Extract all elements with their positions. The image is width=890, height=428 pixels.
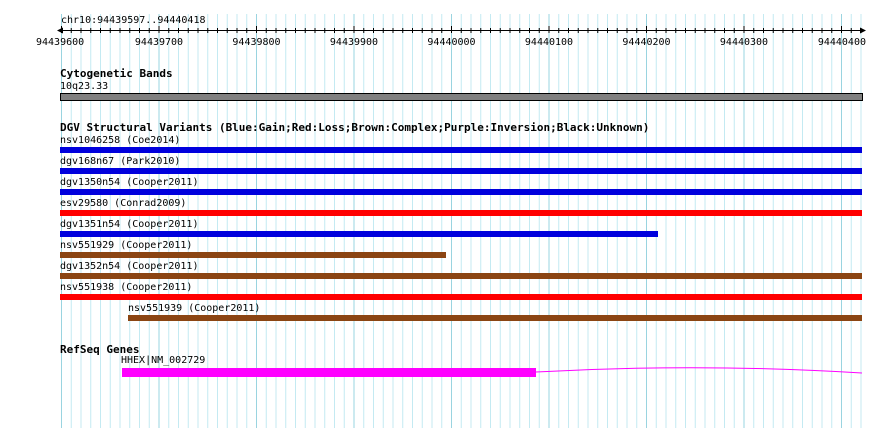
variant-bar[interactable] (60, 273, 862, 279)
variant-bar[interactable] (60, 231, 658, 237)
variant-label: nsv551938 (Cooper2011) (60, 282, 193, 293)
variant-bar[interactable] (60, 147, 862, 153)
ruler-left-arrow-icon (57, 27, 63, 34)
ruler-tick-label: 94440200 (622, 37, 670, 48)
gene-exon[interactable] (122, 368, 536, 377)
variant-bar[interactable] (60, 252, 446, 258)
variant-bar[interactable] (60, 210, 862, 216)
gene-label: HHEX|NM_002729 (121, 355, 206, 366)
variant-bar[interactable] (60, 168, 862, 174)
ruler-tick-label: 94439900 (330, 37, 378, 48)
ruler-tick-label: 94440400 (818, 37, 866, 48)
ruler-tick-label: 94439800 (232, 37, 280, 48)
ruler-right-arrow-icon (860, 27, 866, 34)
ruler-tick-label: 94439700 (135, 37, 183, 48)
genome-browser-view: chr10:94439597..94440418 94439600 9443970… (0, 0, 890, 428)
variant-label: dgv1351n54 (Cooper2011) (60, 219, 199, 230)
variant-label: nsv1046258 (Coe2014) (60, 135, 181, 146)
variant-label: esv29580 (Conrad2009) (60, 198, 187, 209)
dgv-track-title: DGV Structural Variants (Blue:Gain;Red:L… (60, 121, 650, 134)
refseq-track-title: RefSeq Genes (60, 343, 140, 356)
variant-bar[interactable] (60, 189, 862, 195)
coordinate-ruler[interactable]: 94439600 94439700 94439800 94439900 94440000… (0, 0, 890, 50)
cytoband-track-title: Cytogenetic Bands (60, 67, 173, 80)
variant-label: dgv1352n54 (Cooper2011) (60, 261, 199, 272)
variant-label: nsv551929 (Cooper2011) (60, 240, 193, 251)
variant-label: dgv168n67 (Park2010) (60, 156, 181, 167)
ruler-tick-label: 94440300 (720, 37, 768, 48)
variant-label: dgv1350n54 (Cooper2011) (60, 177, 199, 188)
cytoband-label: 10q23.33 (60, 81, 109, 92)
cytoband-bar[interactable] (60, 93, 863, 101)
ruler-tick-label: 94440000 (427, 37, 475, 48)
variant-bar[interactable] (60, 294, 862, 300)
ruler-tick-label: 94439600 (36, 37, 84, 48)
ruler-tick-label: 94440100 (525, 37, 573, 48)
variant-bar[interactable] (128, 315, 862, 321)
variant-label: nsv551939 (Cooper2011) (128, 303, 261, 314)
